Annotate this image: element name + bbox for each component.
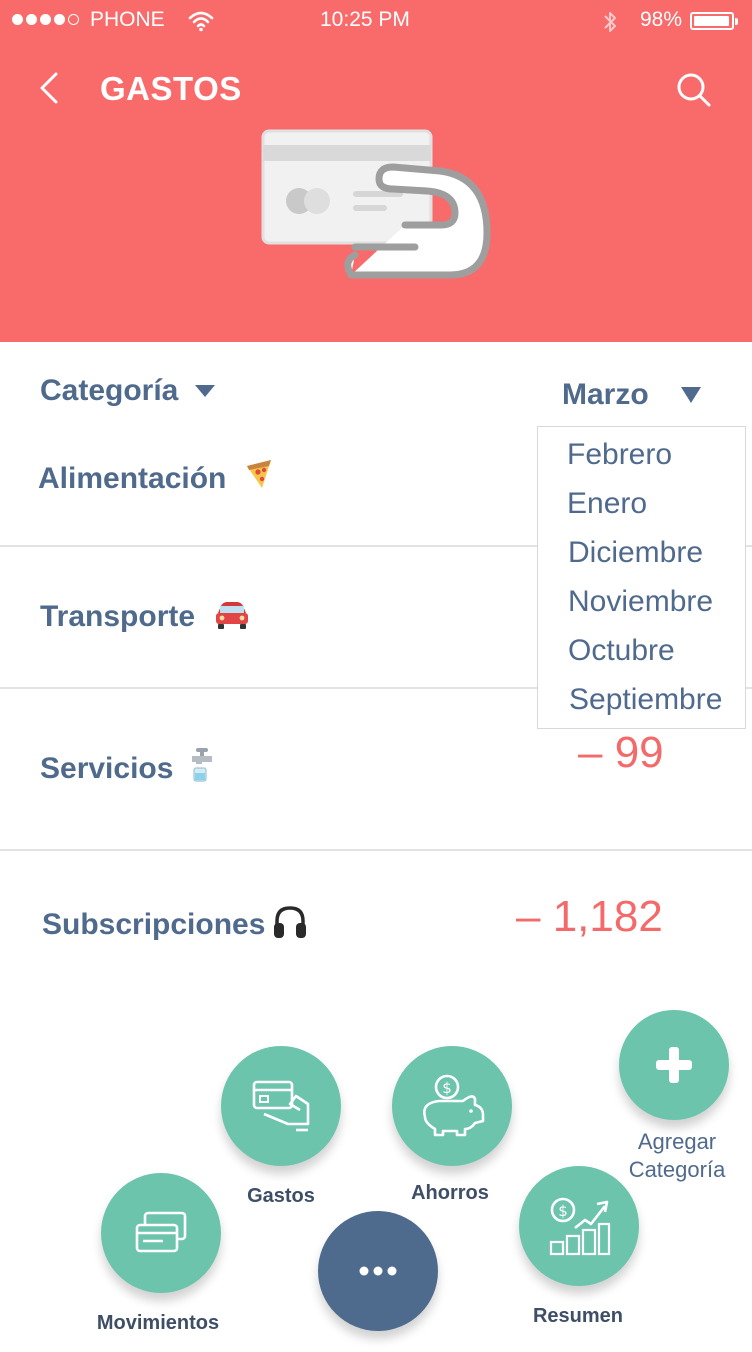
header: PHONE 10:25 PM 98% GASTOS xyxy=(0,0,752,342)
category-transporte[interactable]: Transporte xyxy=(40,600,195,634)
piggy-bank-icon: $ xyxy=(423,1074,485,1137)
category-dropdown-caret-icon[interactable] xyxy=(194,384,216,398)
svg-text:$: $ xyxy=(442,1079,452,1097)
pizza-icon xyxy=(247,460,271,488)
cards-stack-icon xyxy=(135,1211,187,1253)
carrier-label: PHONE xyxy=(90,8,165,31)
month-dropdown-menu: Febrero Enero Diciembre Noviembre Octubr… xyxy=(537,426,746,729)
faucet-icon xyxy=(192,748,212,782)
movimientos-nav-label: Movimientos xyxy=(96,1312,220,1334)
add-category-button[interactable] xyxy=(619,1010,729,1120)
clock: 10:25 PM xyxy=(320,8,410,31)
battery-percent: 98% xyxy=(640,8,683,31)
page-title: GASTOS xyxy=(100,70,242,107)
search-icon[interactable] xyxy=(674,70,714,110)
growth-chart-icon: $ xyxy=(549,1197,611,1256)
month-option-noviembre[interactable]: Noviembre xyxy=(568,585,713,619)
month-filter-label[interactable]: Marzo xyxy=(562,378,649,412)
bluetooth-icon xyxy=(604,12,616,32)
category-alimentacion[interactable]: Alimentación xyxy=(38,462,226,496)
month-option-octubre[interactable]: Octubre xyxy=(568,634,675,668)
month-option-diciembre[interactable]: Diciembre xyxy=(568,536,703,570)
gastos-nav-label: Gastos xyxy=(247,1185,315,1207)
subscripciones-amount: – 1,182 xyxy=(516,892,663,941)
month-dropdown-caret-icon[interactable] xyxy=(680,386,702,404)
month-option-septiembre[interactable]: Septiembre xyxy=(569,683,722,717)
svg-text:$: $ xyxy=(558,1202,568,1220)
wifi-icon xyxy=(188,11,214,32)
signal-strength-icon xyxy=(12,14,79,25)
category-subscripciones[interactable]: Subscripciones xyxy=(42,908,265,942)
row-divider xyxy=(0,849,752,851)
resumen-nav-label: Resumen xyxy=(532,1305,624,1327)
movimientos-nav-button[interactable] xyxy=(101,1173,221,1293)
month-option-febrero[interactable]: Febrero xyxy=(567,438,672,472)
resumen-nav-button[interactable]: $ xyxy=(519,1166,639,1286)
ahorros-nav-label: Ahorros xyxy=(411,1182,489,1204)
more-dots-icon xyxy=(359,1266,397,1276)
plus-icon xyxy=(656,1047,692,1083)
add-category-label: Agregar Categoría xyxy=(628,1129,726,1182)
category-filter-label[interactable]: Categoría xyxy=(40,374,178,408)
servicios-amount: – 99 xyxy=(578,728,664,777)
category-servicios[interactable]: Servicios xyxy=(40,752,173,786)
card-hand-illustration xyxy=(261,129,491,279)
month-option-enero[interactable]: Enero xyxy=(567,487,647,521)
back-arrow-icon[interactable] xyxy=(36,72,64,104)
gastos-nav-button[interactable] xyxy=(221,1046,341,1166)
battery-icon xyxy=(690,12,738,30)
headphones-icon xyxy=(274,906,306,938)
ahorros-nav-button[interactable]: $ xyxy=(392,1046,512,1166)
car-icon xyxy=(216,602,248,629)
card-in-hand-icon xyxy=(252,1080,310,1132)
more-menu-button[interactable] xyxy=(318,1211,438,1331)
